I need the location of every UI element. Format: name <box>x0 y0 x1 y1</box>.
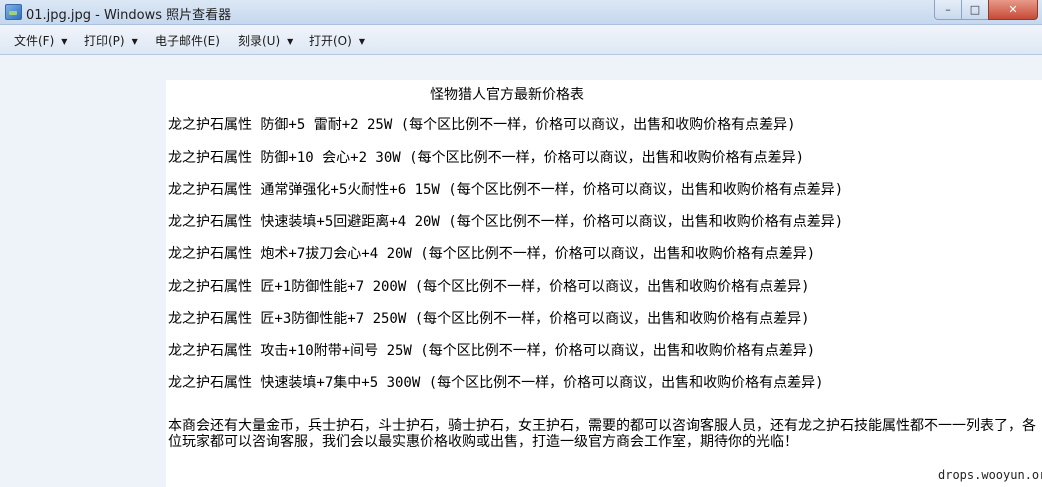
chevron-down-icon: ▼ <box>131 37 138 46</box>
shop-note: 本商会还有大量金币，兵士护石，斗士护石，骑士护石，女王护石，需要的都可以咨询客服… <box>168 418 1036 450</box>
chevron-down-icon: ▼ <box>287 37 294 46</box>
price-row: 龙之护石属性 防御+10 会心+2 30W (每个区比例不一样，价格可以商议，出… <box>168 150 804 166</box>
chevron-down-icon: ▼ <box>61 37 68 46</box>
menu-open-label: 打开(O) <box>309 34 352 48</box>
price-list-title: 怪物猎人官方最新价格表 <box>430 87 584 103</box>
price-row: 龙之护石属性 炮术+7拔刀会心+4 20W (每个区比例不一样，价格可以商议，出… <box>168 246 816 262</box>
menu-burn-label: 刻录(U) <box>238 34 281 48</box>
price-row: 龙之护石属性 匠+1防御性能+7 200W (每个区比例不一样，价格可以商议，出… <box>168 279 810 295</box>
price-row: 龙之护石属性 攻击+10附带+间号 25W (每个区比例不一样，价格可以商议，出… <box>168 343 816 359</box>
minimize-button[interactable]: – <box>934 0 962 20</box>
maximize-button[interactable]: □ <box>961 0 989 20</box>
menu-print-label: 打印(P) <box>84 34 125 48</box>
menu-email-label: 电子邮件(E) <box>155 34 220 48</box>
displayed-image: 怪物猎人官方最新价格表 龙之护石属性 防御+5 雷耐+2 25W (每个区比例不… <box>166 80 1042 487</box>
menu-email[interactable]: 电子邮件(E) <box>155 32 220 49</box>
menu-burn[interactable]: 刻录(U) ▼ <box>238 32 293 49</box>
chevron-down-icon: ▼ <box>358 37 365 46</box>
image-viewer-area[interactable]: 怪物猎人官方最新价格表 龙之护石属性 防御+5 雷耐+2 25W (每个区比例不… <box>0 55 1042 487</box>
window-title-bar: 01.jpg.jpg - Windows 照片查看器 – □ ✕ <box>0 0 1042 25</box>
menu-print[interactable]: 打印(P) ▼ <box>84 32 138 49</box>
menu-bar: 文件(F) ▼ 打印(P) ▼ 电子邮件(E) 刻录(U) ▼ 打开(O) ▼ <box>0 25 1042 55</box>
price-row: 龙之护石属性 匠+3防御性能+7 250W (每个区比例不一样，价格可以商议，出… <box>168 311 810 327</box>
menu-open[interactable]: 打开(O) ▼ <box>309 32 365 49</box>
close-button[interactable]: ✕ <box>988 0 1038 20</box>
watermark: drops.wooyun.org <box>938 468 1042 482</box>
menu-file[interactable]: 文件(F) ▼ <box>14 32 67 49</box>
menu-file-label: 文件(F) <box>14 34 55 48</box>
price-row: 龙之护石属性 快速装填+7集中+5 300W (每个区比例不一样，价格可以商议，… <box>168 375 824 391</box>
price-row: 龙之护石属性 通常弹强化+5火耐性+6 15W (每个区比例不一样，价格可以商议… <box>168 182 844 198</box>
price-row: 龙之护石属性 快速装填+5回避距离+4 20W (每个区比例不一样，价格可以商议… <box>168 214 844 230</box>
price-row: 龙之护石属性 防御+5 雷耐+2 25W (每个区比例不一样，价格可以商议，出售… <box>168 117 796 133</box>
window-title: 01.jpg.jpg - Windows 照片查看器 <box>26 8 232 23</box>
photo-viewer-app-icon <box>5 4 22 20</box>
